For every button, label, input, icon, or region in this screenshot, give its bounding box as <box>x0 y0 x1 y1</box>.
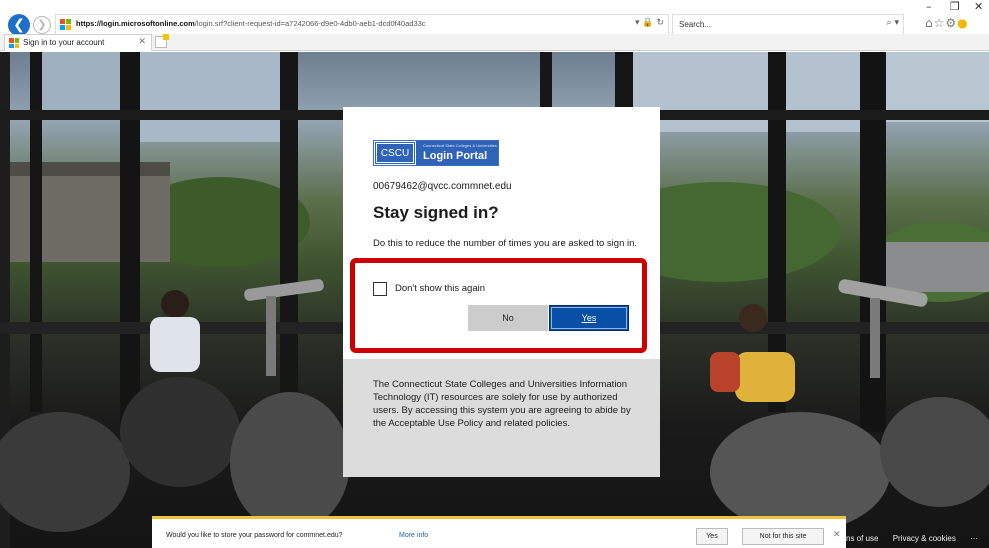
tab-close-icon[interactable]: ✕ <box>138 37 146 47</box>
forward-button[interactable]: ❯ <box>33 16 51 34</box>
logo-title: Login Portal <box>423 150 488 162</box>
more-options-link[interactable]: ··· <box>970 534 978 543</box>
microsoft-favicon-icon <box>60 19 71 30</box>
dropdown-icon[interactable]: ▾ <box>635 18 640 28</box>
notification-message: Would you like to store your password fo… <box>166 532 343 539</box>
toolbar-icons: ⌂☆⚙● <box>925 16 969 30</box>
page-footer: ns of use Privacy & cookies ··· <box>846 534 989 543</box>
logo-subtitle: Connecticut State Colleges & Universitie… <box>423 143 497 148</box>
dialog-heading: Stay signed in? <box>373 203 499 222</box>
refresh-icon[interactable]: ↻ <box>656 18 664 28</box>
search-box[interactable]: Search... ⌕ ▾ <box>672 14 904 35</box>
browser-window: ❮ ❯ https://login.microsoftonline.com/lo… <box>0 0 989 548</box>
cscu-login-portal-logo: CSCU Connecticut State Colleges & Univer… <box>373 140 499 166</box>
save-password-notification: Would you like to store your password fo… <box>152 516 846 548</box>
feedback-smiley-icon[interactable]: ● <box>957 16 968 30</box>
url-host: https://login.microsoftonline.com <box>76 19 195 28</box>
dialog-footer: The Connecticut State Colleges and Unive… <box>343 359 660 477</box>
terms-of-use-link[interactable]: ns of use <box>846 534 878 543</box>
close-window-button[interactable]: ✕ <box>974 0 983 13</box>
notification-close-icon[interactable]: ✕ <box>833 530 841 540</box>
lock-icon[interactable]: 🔒 <box>642 18 653 28</box>
address-bar[interactable]: https://login.microsoftonline.com/login.… <box>55 14 669 35</box>
usage-policy-text: The Connecticut State Colleges and Unive… <box>373 379 631 429</box>
account-email: 00679462@qvcc.commnet.edu <box>373 181 512 192</box>
not-for-this-site-button[interactable]: Not for this site <box>742 528 824 545</box>
url-text: https://login.microsoftonline.com/login.… <box>76 19 426 28</box>
microsoft-tab-icon <box>9 38 19 48</box>
back-button[interactable]: ❮ <box>8 14 30 36</box>
url-path: /login.srf?client-request-id=a7242066-d9… <box>194 19 426 28</box>
settings-gear-icon[interactable]: ⚙ <box>945 16 957 30</box>
search-actions: ⌕ ▾ <box>887 18 899 28</box>
red-highlight-box <box>350 258 647 353</box>
tab-bar: Sign in to your account ✕ <box>0 34 989 51</box>
url-actions: ▾ 🔒 ↻ <box>635 18 664 28</box>
logo-cscu-text: CSCU <box>375 142 415 164</box>
tab-sign-in[interactable]: Sign in to your account ✕ <box>4 34 152 51</box>
tab-title: Sign in to your account <box>23 38 105 47</box>
save-password-yes-button[interactable]: Yes <box>696 528 728 545</box>
new-tab-button[interactable] <box>155 34 169 48</box>
more-info-link[interactable]: More info <box>399 532 428 539</box>
search-dropdown-icon[interactable]: ▾ <box>894 18 899 28</box>
home-icon[interactable]: ⌂ <box>925 16 934 30</box>
address-bar-row: ❮ ❯ https://login.microsoftonline.com/lo… <box>0 0 989 36</box>
search-icon[interactable]: ⌕ <box>887 18 892 28</box>
favorites-star-icon[interactable]: ☆ <box>934 16 946 30</box>
minimize-button[interactable]: – <box>926 0 932 13</box>
search-input[interactable]: Search... <box>679 20 711 29</box>
privacy-cookies-link[interactable]: Privacy & cookies <box>893 534 956 543</box>
logo-right-panel: Connecticut State Colleges & Universitie… <box>416 141 498 165</box>
maximize-button[interactable]: ❐ <box>950 0 960 13</box>
